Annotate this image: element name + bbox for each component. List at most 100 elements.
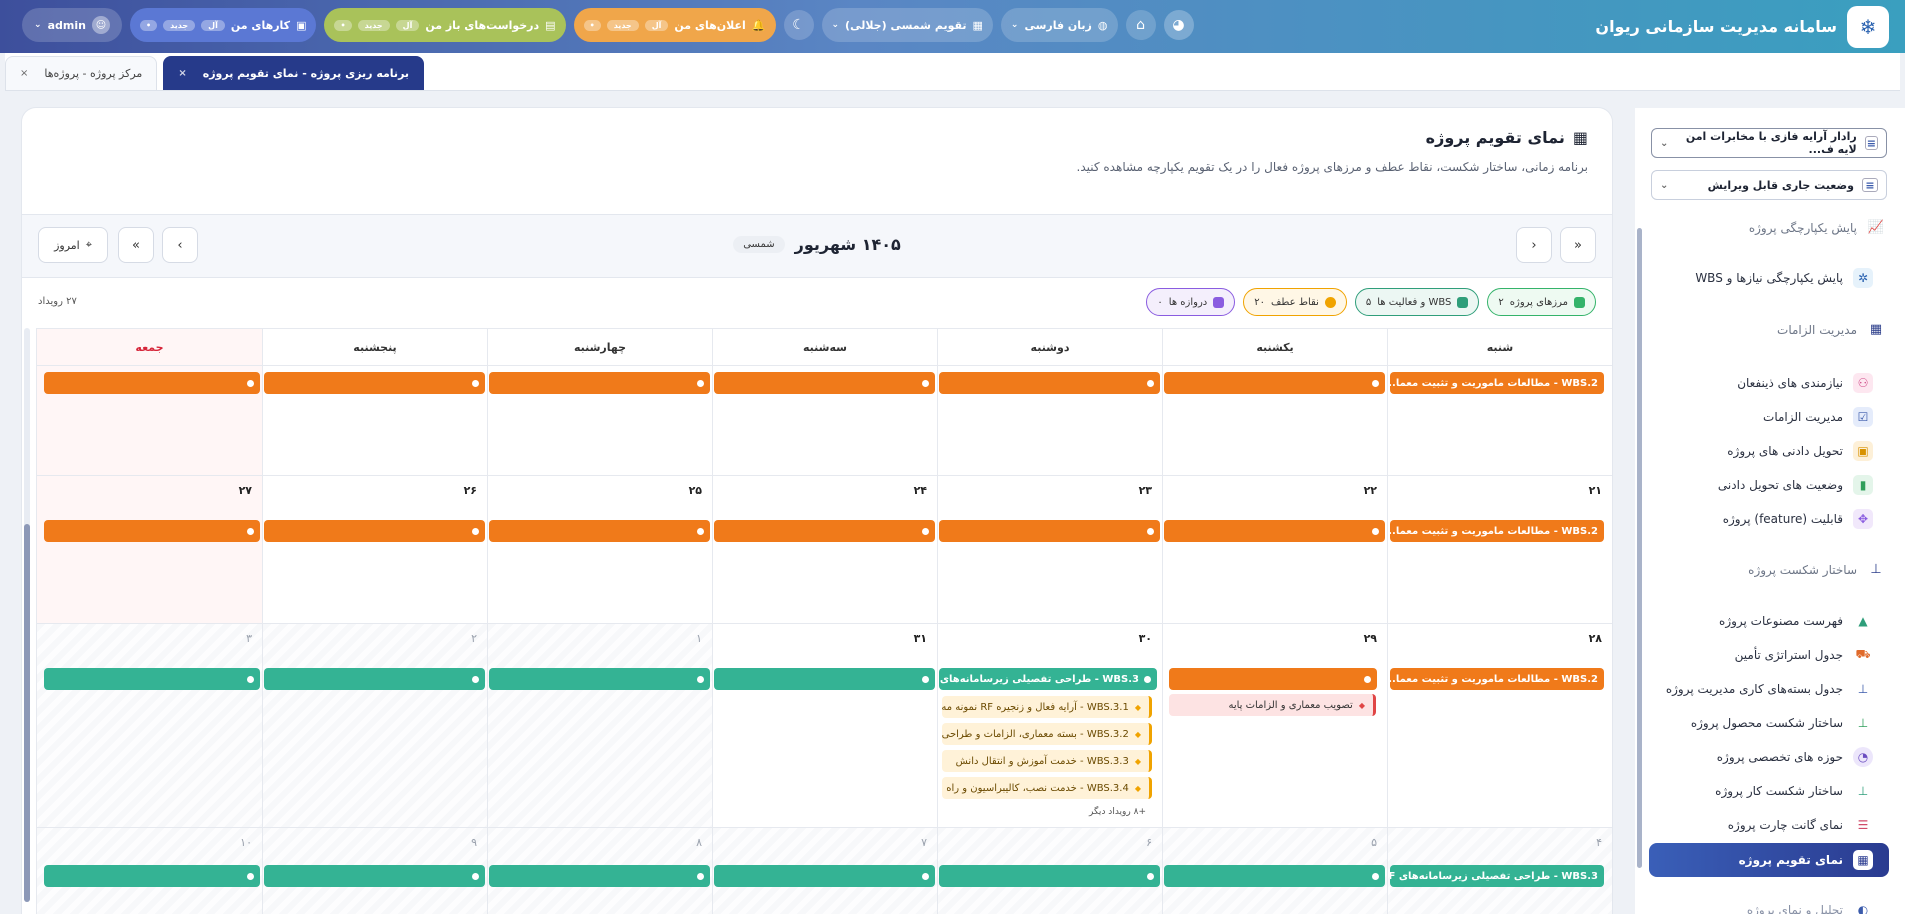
event-segment[interactable]	[1164, 372, 1385, 394]
sidebar-section-breakdown[interactable]: ⊥ ساختار شکست پروژه	[1748, 562, 1885, 577]
sidebar-item-integration-wbs[interactable]: ✲ پایش یکپارچگی نیازها و WBS	[1653, 268, 1873, 288]
sidebar-item-wbs[interactable]: ⊥ ساختار شکست کار پروژه	[1653, 781, 1873, 801]
event-wbs2-bar[interactable]: WBS.2 - مطالعات ماموریت و تثبیت معما...۰…	[1390, 520, 1604, 542]
event-segment[interactable]	[1169, 668, 1377, 690]
sidebar-item-requirements[interactable]: ☑ مدیریت الزامات	[1653, 407, 1873, 427]
day-cell[interactable]: ۲۸	[1387, 624, 1612, 828]
sidebar-item-procurement[interactable]: ⛟ جدول استراتژی تأمین	[1653, 645, 1873, 665]
tab-project-calendar[interactable]: برنامه ریزی پروژه - نمای تقویم پروژه ×	[163, 56, 425, 90]
status-select[interactable]: ≡ وضعیت جاری قابل ویرایش ⌄	[1651, 170, 1887, 200]
event-segment[interactable]	[489, 668, 710, 690]
sidebar-item-stakeholder-needs[interactable]: ⚇ نیازمندی های ذینفعان	[1653, 373, 1873, 393]
milestone-title: WBS.3.4 - خدمت نصب، کالیبراسیون و راه ..…	[942, 782, 1129, 794]
event-segment[interactable]	[264, 668, 485, 690]
sidebar-item-domains[interactable]: ◔ حوزه های تخصصی پروژه	[1653, 747, 1873, 767]
diamond-icon: ◆	[1134, 783, 1141, 793]
day-cell[interactable]: ۲۵	[487, 476, 712, 624]
event-segment[interactable]	[939, 372, 1160, 394]
event-segment[interactable]	[44, 372, 260, 394]
sidebar-item-pbs[interactable]: ⊥ ساختار شکست محصول پروژه	[1653, 713, 1873, 733]
sidebar-item-analysis[interactable]: ◐ تحلیل و نمای پروژه	[1653, 900, 1873, 914]
milestone-chip[interactable]: ◆ WBS.3.4 - خدمت نصب، کالیبراسیون و راه .…	[942, 777, 1152, 799]
user-menu[interactable]: ☺ admin ⌄	[22, 8, 122, 42]
day-cell[interactable]: ۲۹	[1162, 624, 1387, 828]
event-wbs3-bar[interactable]: WBS.3 - طراحی تفصیلی زیرسامانه‌های F...۰…	[1390, 865, 1604, 887]
palette-icon[interactable]: ◕	[1163, 10, 1194, 40]
legend-milestones[interactable]: نقاط عطف ۲۰	[1243, 288, 1347, 316]
close-icon[interactable]: ×	[20, 68, 28, 79]
day-cell-other-month[interactable]: ۲	[262, 624, 487, 828]
sidebar-item-deliverable-status[interactable]: ▮ وضعیت های تحویل دادنی	[1653, 475, 1873, 495]
event-segment[interactable]	[1164, 520, 1385, 542]
milestone-chip[interactable]: ◆ WBS.3.3 - خدمت آموزش و انتقال دانش	[942, 750, 1152, 772]
event-segment[interactable]	[489, 372, 710, 394]
sidebar-item-deliverables[interactable]: ▣ تحویل دادنی های پروژه	[1653, 441, 1873, 461]
day-cell[interactable]: ۲۲	[1162, 476, 1387, 624]
event-segment[interactable]	[44, 520, 260, 542]
sidebar-section-integration[interactable]: 📈 پایش یکپارچگی پروژه	[1749, 220, 1885, 235]
app-logo-icon[interactable]: ❄	[1847, 5, 1889, 48]
event-wbs2-bar[interactable]: WBS.2 - مطالعات ماموریت و تثبیت معما...۰…	[1390, 372, 1604, 394]
event-segment[interactable]	[264, 865, 485, 887]
legend-boundaries[interactable]: مرزهای پروژه ۲	[1487, 288, 1596, 316]
day-cell[interactable]: ۲۳	[937, 476, 1162, 624]
day-cell-other-month[interactable]: ۳	[36, 624, 262, 828]
event-segment[interactable]	[714, 372, 935, 394]
my-tasks-button[interactable]: ▣ کارهای من آل جدید •	[130, 8, 317, 42]
event-segment[interactable]	[264, 520, 485, 542]
event-segment[interactable]	[44, 668, 260, 690]
sidebar-item-label: نمای تقویم پروژه	[1738, 853, 1843, 867]
tab-project-center[interactable]: مرکز پروژه - پروژه‌ها ×	[5, 56, 158, 90]
sidebar-item-work-packages[interactable]: ⊥ جدول بسته‌های کاری مدیریت پروژه	[1653, 679, 1873, 699]
event-wbs2-bar[interactable]: WBS.2 - مطالعات ماموریت و تثبیت معما...۰…	[1390, 668, 1604, 690]
milestone-chip[interactable]: ◆ WBS.3.1 - آرایه فعال و زنجیره RF نمونه …	[942, 696, 1152, 718]
weekday-header: یکشنبه	[1162, 328, 1387, 366]
sidebar-item-gantt[interactable]: ☰ نمای گانت چارت پروژه	[1653, 815, 1873, 835]
sidebar-item-calendar[interactable]: ▦ نمای تقویم پروژه	[1649, 843, 1889, 877]
project-select[interactable]: ≡ رادار آرایه فازی با مخابرات امن لایه ف…	[1651, 128, 1887, 158]
day-cell[interactable]: ۲۱	[1387, 476, 1612, 624]
event-wbs3-bar[interactable]: WBS.3 - طراحی تفصیلی زیرسامانه‌های F...۰…	[939, 668, 1157, 690]
notifications-button[interactable]: 🔔 اعلان‌های من آل جدید •	[573, 8, 776, 42]
day-cell[interactable]: ۲۶	[262, 476, 487, 624]
milestone-chip[interactable]: ◆ تصویب معماری و الزامات پایه	[1169, 694, 1376, 716]
today-button[interactable]: ⌖ امروز	[38, 227, 108, 263]
moon-icon[interactable]: ☾	[783, 10, 814, 40]
event-segment[interactable]	[1164, 865, 1385, 887]
legend-gates[interactable]: دروازه ها ۰	[1146, 288, 1236, 316]
event-segment[interactable]	[489, 520, 710, 542]
more-events-link[interactable]: +۸ رویداد دیگر	[1089, 807, 1146, 817]
calendar-type-select[interactable]: ▦ تقویم شمسی (جلالی) ⌄	[821, 8, 993, 42]
sidebar-item-artifacts[interactable]: ▲ فهرست مصنوعات پروژه	[1653, 611, 1873, 631]
chevron-down-icon: ⌄	[1010, 20, 1019, 30]
day-cell[interactable]: ۲۴	[712, 476, 937, 624]
event-segment[interactable]	[714, 865, 935, 887]
event-segment[interactable]	[44, 865, 260, 887]
open-requests-button[interactable]: ▤ درخواست‌های باز من آل جدید •	[324, 8, 566, 42]
dot-icon	[922, 872, 929, 880]
event-segment[interactable]	[489, 865, 710, 887]
event-segment[interactable]	[264, 372, 485, 394]
next-year-button[interactable]: »	[118, 227, 154, 263]
event-segment[interactable]	[714, 668, 935, 690]
close-icon[interactable]: ×	[178, 68, 186, 79]
building-icon[interactable]: ⌂	[1125, 10, 1156, 40]
sidebar-item-features[interactable]: ✥ قابلیت (feature) پروژه	[1653, 509, 1873, 529]
day-cell[interactable]: ۲۷	[36, 476, 262, 624]
sidebar-section-requirements[interactable]: ▦ مدیریت الزامات	[1777, 322, 1885, 337]
status-select-value: وضعیت جاری قابل ویرایش	[1707, 178, 1854, 192]
sidebar-scrollbar[interactable]	[1637, 228, 1642, 868]
event-segment[interactable]	[714, 520, 935, 542]
next-month-button[interactable]: ›	[162, 227, 198, 263]
calendar-scrollbar[interactable]	[24, 328, 30, 902]
day-cell-other-month[interactable]: ۱	[487, 624, 712, 828]
chevron-left-icon: ›	[177, 237, 183, 253]
day-cell[interactable]: ۳۱	[712, 624, 937, 828]
day-number: ۲۶	[463, 484, 477, 497]
event-segment[interactable]	[939, 865, 1160, 887]
legend-wbs[interactable]: WBS و فعالیت ها ۵	[1354, 288, 1480, 316]
milestone-chip[interactable]: ◆ WBS.3.2 - بسته معماری، الزامات و طراحی …	[942, 723, 1152, 745]
scrollbar-thumb[interactable]	[24, 524, 30, 902]
event-segment[interactable]	[939, 520, 1160, 542]
language-select[interactable]: ◍ زبان فارسی ⌄	[1000, 8, 1118, 42]
